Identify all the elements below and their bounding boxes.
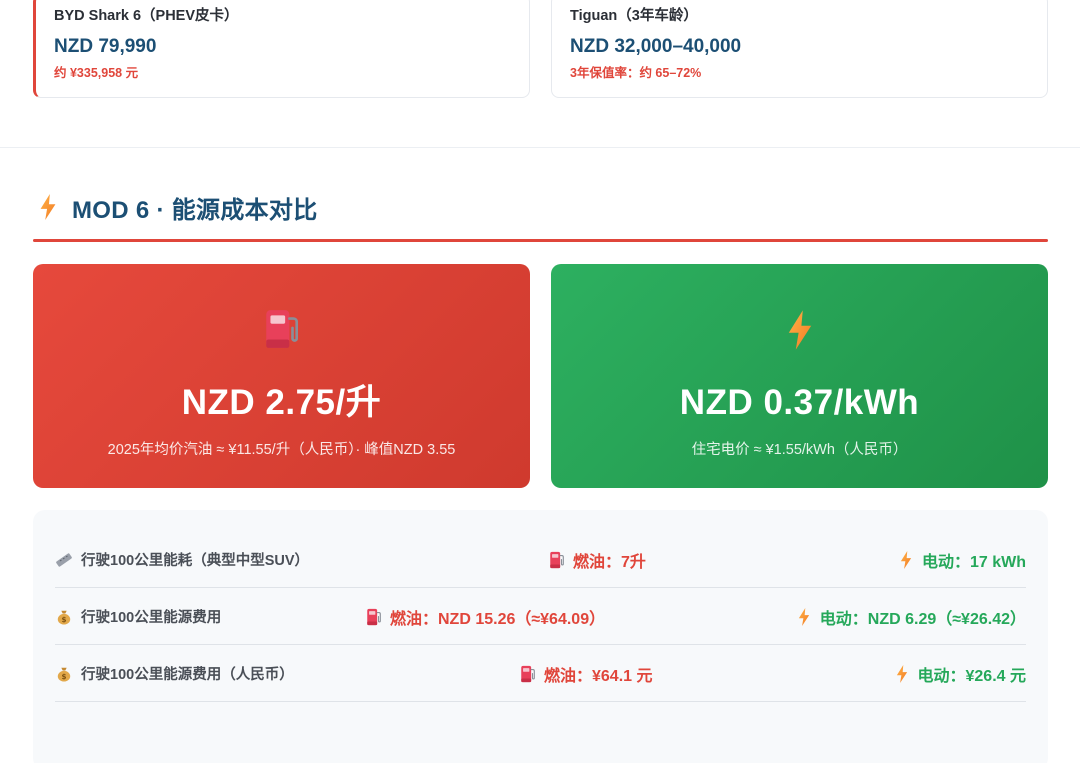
electric-value: 电动：¥26.4 元 [894,645,1026,702]
row-label: 行驶100公里能源费用（人民币） [81,667,294,683]
section-title: MOD 6 · 能源成本对比 [72,196,318,224]
vehicle-card-byd-shark: BYD Shark 6（PHEV皮卡） NZD 79,990 约 ¥335,95… [33,0,530,98]
electricity-price: NZD 0.37/kWh [679,383,920,422]
comparison-row: 行驶100公里能源费用 燃油：NZD 15.26（≈¥64.09） 电动：NZD… [55,588,1026,645]
lightning-icon [898,551,914,569]
vehicle-price-note: 3年保值率：约 65–72% [570,66,702,80]
electricity-price-note: 住宅电价 ≈ ¥1.55/kWh（人民币） [691,442,908,458]
comparison-row: 行驶100公里能耗（典型中型SUV） 燃油：7升 电动：17 kWh [55,531,1026,588]
fuel-value: 燃油：¥64.1 元 [520,645,653,702]
fuel-pump-icon [549,551,565,569]
comparison-row: 行驶100公里能源费用（人民币） 燃油：¥64.1 元 电动：¥26.4 元 [55,645,1026,702]
ruler-icon [55,552,73,568]
lightning-icon [796,608,812,626]
fuel-price: NZD 2.75/升 [181,383,382,422]
electric-value: 电动：NZD 6.29（≈¥26.42） [796,588,1026,645]
fuel-value: 燃油：7升 [549,531,646,588]
electricity-price-card: NZD 0.37/kWh 住宅电价 ≈ ¥1.55/kWh（人民币） [551,264,1048,488]
section-heading: MOD 6 · 能源成本对比 [38,190,318,224]
money-bag-icon [55,609,73,625]
fuel-price-note: 2025年均价汽油 ≈ ¥11.55/升（人民币）· 峰值NZD 3.55 [107,442,456,458]
vehicle-price-note: 约 ¥335,958 元 [54,66,139,80]
section-divider [0,147,1080,148]
lightning-icon [894,665,910,683]
vehicle-name: Tiguan（3年车龄） [570,8,698,24]
money-bag-icon [55,666,73,682]
comparison-panel: 行驶100公里能耗（典型中型SUV） 燃油：7升 电动：17 kWh 行驶100… [33,510,1048,763]
section-underline [33,239,1048,242]
fuel-price-card: NZD 2.75/升 2025年均价汽油 ≈ ¥11.55/升（人民币）· 峰值… [33,264,530,488]
vehicle-cards: BYD Shark 6（PHEV皮卡） NZD 79,990 约 ¥335,95… [33,0,1048,98]
fuel-value: 燃油：NZD 15.26（≈¥64.09） [366,588,605,645]
vehicle-name: BYD Shark 6（PHEV皮卡） [54,8,239,24]
lightning-icon [786,308,814,352]
vehicle-price: NZD 32,000–40,000 [570,36,742,57]
fuel-pump-icon [264,308,300,350]
lightning-icon [38,194,58,220]
row-label: 行驶100公里能源费用 [81,610,222,626]
electric-value: 电动：17 kWh [898,531,1026,588]
energy-cost-page: BYD Shark 6（PHEV皮卡） NZD 79,990 约 ¥335,95… [0,0,1080,763]
fuel-pump-icon [366,608,382,626]
vehicle-price: NZD 79,990 [54,36,157,57]
vehicle-card-tiguan: Tiguan（3年车龄） NZD 32,000–40,000 3年保值率：约 6… [551,0,1048,98]
fuel-pump-icon [520,665,536,683]
row-label: 行驶100公里能耗（典型中型SUV） [81,553,310,569]
